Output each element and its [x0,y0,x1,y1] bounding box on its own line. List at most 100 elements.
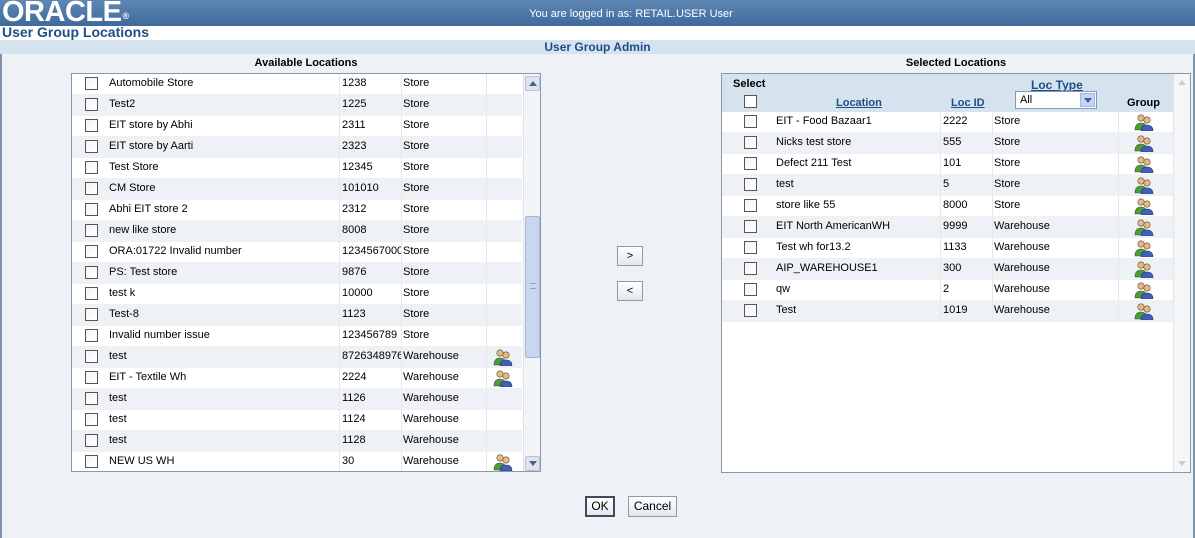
row-checkbox[interactable] [744,241,757,254]
row-checkbox[interactable] [85,371,98,384]
row-checkbox[interactable] [85,98,98,111]
row-checkbox[interactable] [85,308,98,321]
row-checkbox[interactable] [85,350,98,363]
group-icon[interactable] [493,453,513,471]
row-checkbox[interactable] [85,182,98,195]
group-icon[interactable] [1134,113,1154,131]
row-checkbox[interactable] [85,434,98,447]
location-id: 1019 [943,304,968,316]
row-checkbox[interactable] [85,392,98,405]
group-icon[interactable] [1134,218,1154,236]
table-row: NEW US WH 30 Warehouse [72,452,522,471]
group-icon[interactable] [1134,176,1154,194]
row-checkbox[interactable] [744,199,757,212]
remove-location-button[interactable]: < [617,281,643,301]
scroll-up-button[interactable] [525,76,540,91]
column-divider [401,242,402,263]
row-checkbox[interactable] [85,119,98,132]
available-scrollbar[interactable] [523,74,540,471]
available-rows: Automobile Store 1238 Store Test2 1225 Store E… [72,74,522,471]
location-type: Store [403,161,430,173]
group-icon[interactable] [1134,260,1154,278]
row-checkbox[interactable] [85,413,98,426]
dropdown-button[interactable] [1080,93,1095,107]
location-type: Store [994,178,1021,190]
loc-type-sort-link[interactable]: Loc Type [1031,78,1083,92]
group-icon[interactable] [1134,302,1154,320]
location-name: AIP_WAREHOUSE1 [776,262,878,274]
location-id: 2311 [342,119,366,131]
location-type: Store [403,203,430,215]
location-name: qw [776,283,791,295]
loc-type-filter-value: All [1020,94,1033,106]
row-checkbox[interactable] [85,224,98,237]
scroll-thumb[interactable] [525,216,540,358]
row-checkbox[interactable] [85,266,98,279]
row-checkbox[interactable] [85,287,98,300]
row-checkbox[interactable] [744,115,757,128]
column-divider [339,221,340,242]
column-divider [339,347,340,368]
location-id: 30 [342,455,355,467]
column-divider [992,196,993,217]
row-checkbox[interactable] [744,157,757,170]
column-divider [1118,280,1119,301]
group-icon[interactable] [493,348,513,366]
table-row: Nicks test store 555 Store [722,133,1173,154]
location-id: 8008 [342,224,367,236]
row-checkbox[interactable] [744,262,757,275]
row-checkbox[interactable] [85,329,98,342]
column-divider [401,263,402,284]
selected-locations-list[interactable]: Select Location Loc ID Loc Type All Grou… [721,73,1191,473]
column-divider [339,389,340,410]
select-all-checkbox[interactable] [744,95,757,108]
row-checkbox[interactable] [744,220,757,233]
column-divider [992,280,993,301]
add-location-button[interactable]: > [617,246,643,266]
location-id: 1123 [342,308,366,320]
column-divider [1118,133,1119,154]
group-icon[interactable] [1134,134,1154,152]
group-icon[interactable] [493,369,513,387]
group-icon[interactable] [1134,155,1154,173]
column-divider [339,74,340,95]
location-id: 123456789 [342,329,398,341]
location-id: 2 [943,283,950,295]
left-frame-border [0,54,2,538]
row-checkbox[interactable] [85,203,98,216]
group-icon[interactable] [1134,197,1154,215]
location-name: test [776,178,794,190]
row-checkbox[interactable] [744,178,757,191]
group-icon[interactable] [1134,281,1154,299]
row-checkbox[interactable] [85,77,98,90]
title-bar [0,26,1195,40]
row-checkbox[interactable] [85,140,98,153]
row-checkbox[interactable] [85,161,98,174]
location-name: test [109,392,127,404]
column-divider [992,259,993,280]
available-locations-list[interactable]: Automobile Store 1238 Store Test2 1225 Store E… [71,73,541,472]
row-checkbox[interactable] [85,455,98,468]
selected-scrollbar[interactable] [1173,74,1190,472]
table-row: Test 1019 Warehouse [722,301,1173,322]
row-checkbox[interactable] [744,304,757,317]
group-icon[interactable] [1134,239,1154,257]
column-divider [339,179,340,200]
row-checkbox[interactable] [744,136,757,149]
location-id: 8000 [943,199,968,211]
row-checkbox[interactable] [744,283,757,296]
loc-type-filter-select[interactable]: All [1015,91,1097,109]
row-checkbox[interactable] [85,245,98,258]
location-id: 1128 [342,434,366,446]
chevron-up-icon [529,81,537,86]
cancel-button[interactable]: Cancel [628,496,677,517]
ok-button[interactable]: OK [585,496,615,517]
column-divider [401,158,402,179]
table-row: new like store 8008 Store [72,221,522,242]
location-name: EIT store by Aarti [109,140,194,152]
location-sort-link[interactable]: Location [836,97,882,109]
scroll-down-button[interactable] [525,456,540,471]
loc-id-sort-link[interactable]: Loc ID [951,97,985,109]
location-name: EIT store by Abhi [109,119,193,131]
table-row: Invalid number issue 123456789 Store [72,326,522,347]
